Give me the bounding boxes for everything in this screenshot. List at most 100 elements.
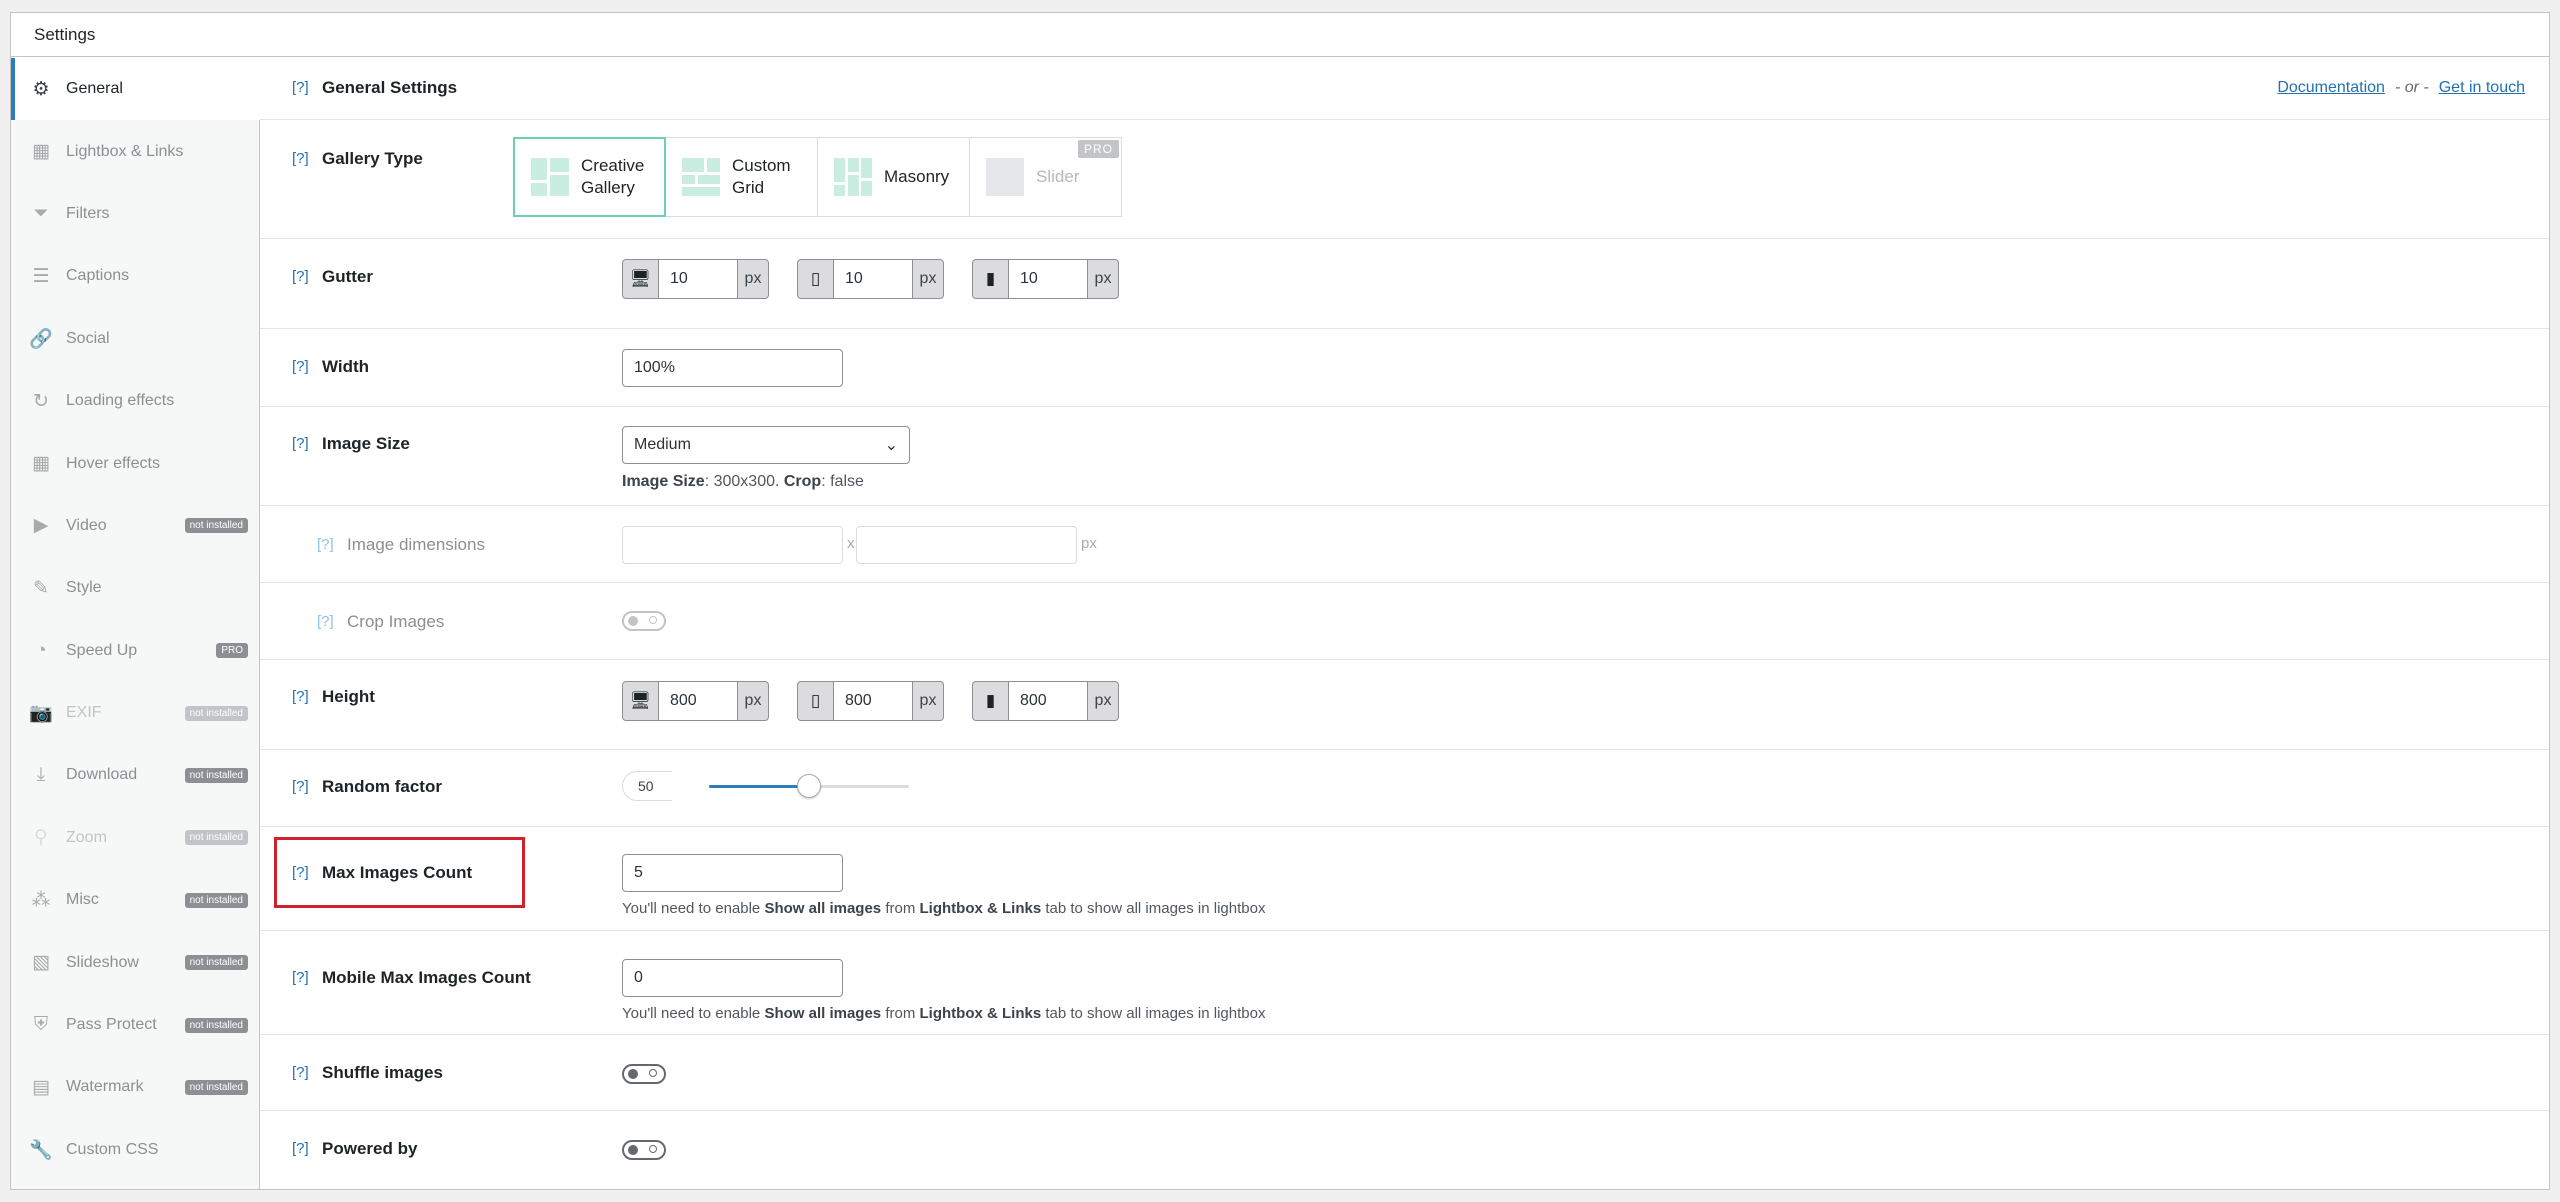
image-width-input[interactable] (622, 526, 843, 564)
gutter-tablet-input[interactable] (833, 260, 913, 298)
mobile-max-images-input[interactable] (622, 959, 843, 997)
height-tablet-group: ▯ px (797, 681, 944, 721)
help-link[interactable]: [?] (292, 778, 309, 795)
random-factor-slider[interactable] (709, 774, 909, 798)
help-link[interactable]: [?] (292, 268, 309, 285)
sidebar-item-slideshow[interactable]: ▧ Slideshow not installed (11, 931, 259, 993)
header-links: Documentation - or - Get in touch (2277, 79, 2525, 97)
grid-icon: ▦ (32, 141, 50, 163)
brush-icon: ✎ (33, 577, 49, 599)
documentation-link[interactable]: Documentation (2277, 79, 2385, 96)
help-link[interactable]: [?] (292, 358, 309, 375)
gallery-type-option-slider[interactable]: Slider PRO (969, 137, 1122, 217)
dimension-separator: x (847, 535, 855, 552)
help-link[interactable]: [?] (292, 1064, 309, 1081)
image-dimensions-label: Image dimensions (347, 535, 485, 554)
status-badge: not installed (184, 705, 248, 721)
gutter-tablet-group: ▯ px (797, 259, 944, 299)
width-label: Width (322, 357, 370, 376)
sidebar-item-label: Custom CSS (66, 1140, 159, 1158)
help-link[interactable]: [?] (292, 79, 309, 96)
image-size-selected: Medium (634, 436, 691, 453)
height-tablet-input[interactable] (833, 682, 913, 720)
sidebar-item-label: Misc (66, 891, 99, 909)
crop-images-toggle[interactable] (622, 611, 666, 631)
help-link[interactable]: [?] (317, 536, 334, 553)
sidebar-item-filters[interactable]: ⏷ Filters (11, 183, 259, 245)
sidebar-item-exif[interactable]: 📷 EXIF not installed (11, 682, 259, 744)
sidebar-item-social[interactable]: 🔗 Social (11, 308, 259, 370)
help-link[interactable]: [?] (292, 435, 309, 452)
powered-by-toggle[interactable] (622, 1140, 666, 1160)
help-link[interactable]: [?] (292, 150, 309, 167)
gallery-type-option-label: Masonry (884, 166, 950, 186)
watermark-icon: ▤ (32, 1076, 50, 1098)
sidebar-item-download[interactable]: ⤓ Download not installed (11, 744, 259, 806)
shuffle-images-toggle[interactable] (622, 1064, 666, 1084)
help-link[interactable]: [?] (292, 1140, 309, 1157)
sidebar-item-custom-css[interactable]: 🔧 Custom CSS (11, 1119, 259, 1181)
slider-thumb[interactable] (797, 774, 821, 798)
image-size-select[interactable]: Medium ⌄ (622, 426, 910, 464)
status-badge: not installed (184, 955, 248, 971)
max-images-input[interactable] (622, 854, 843, 892)
gutter-mobile-input[interactable] (1008, 260, 1088, 298)
help-link[interactable]: [?] (292, 969, 309, 986)
download-icon: ⤓ (36, 764, 46, 786)
filter-icon: ⏷ (33, 202, 49, 224)
help-link[interactable]: [?] (317, 613, 334, 630)
sidebar-item-style[interactable]: ✎ Style (11, 557, 259, 619)
help-link[interactable]: [?] (292, 864, 309, 881)
help-link[interactable]: [?] (292, 688, 309, 705)
sidebar-item-lightbox-links[interactable]: ▦ Lightbox & Links (11, 120, 259, 182)
sidebar-item-pass-protect[interactable]: ⛨ Pass Protect not installed (11, 994, 259, 1056)
mobile-max-images-label: Mobile Max Images Count (322, 968, 531, 987)
gutter-row: [?] Gutter 🖥 px ▯ px ▮ px (260, 239, 2549, 329)
grid-icon: ▦ (32, 453, 50, 475)
gear-icon: ⚙ (32, 78, 50, 100)
sidebar-item-speed-up[interactable]: ◔ Speed Up PRO (11, 620, 259, 682)
shuffle-images-row: [?] Shuffle images (260, 1035, 2549, 1111)
sidebar-item-captions[interactable]: ☰ Captions (11, 245, 259, 307)
dashboard-icon: ◔ (35, 639, 47, 661)
unit-label: px (919, 270, 937, 287)
gutter-desktop-input[interactable] (658, 260, 738, 298)
height-desktop-group: 🖥 px (622, 681, 769, 721)
section-title: General Settings (322, 78, 458, 97)
sidebar-item-video[interactable]: ▶ Video not installed (11, 495, 259, 557)
gallery-type-option-creative-gallery[interactable]: Creative Gallery (513, 137, 666, 217)
settings-sidebar: ⚙ General ▦ Lightbox & Links ⏷ Filters ☰ Captio… (11, 58, 260, 1189)
sidebar-item-loading-effects[interactable]: ↻ Loading effects (11, 370, 259, 432)
sidebar-item-hover-effects[interactable]: ▦ Hover effects (11, 432, 259, 494)
sidebar-item-general[interactable]: ⚙ General (11, 58, 260, 121)
random-factor-value: 50 (622, 771, 672, 801)
height-desktop-input[interactable] (658, 682, 738, 720)
status-badge: not installed (184, 1079, 248, 1095)
random-factor-row: [?] Random factor 50 (260, 750, 2549, 827)
shield-icon: ⛨ (33, 1014, 49, 1036)
sidebar-item-watermark[interactable]: ▤ Watermark not installed (11, 1056, 259, 1118)
max-images-help: You'll need to enable Show all images fr… (622, 900, 1266, 917)
image-height-input[interactable] (856, 526, 1077, 564)
circles-icon: ⁂ (31, 889, 51, 911)
gallery-type-option-custom-grid[interactable]: Custom Grid (665, 137, 818, 217)
sidebar-item-label: Filters (66, 204, 110, 222)
image-size-row: [?] Image Size Medium ⌄ Image Size: 300x… (260, 407, 2549, 506)
pro-badge: PRO (1077, 140, 1119, 158)
gutter-mobile-group: ▮ px (972, 259, 1119, 299)
get-in-touch-link[interactable]: Get in touch (2439, 79, 2525, 96)
width-input[interactable] (622, 349, 843, 387)
status-badge: not installed (184, 830, 248, 846)
max-images-label: Max Images Count (322, 863, 473, 882)
gutter-desktop-group: 🖥 px (622, 259, 769, 299)
sidebar-item-label: Zoom (66, 828, 107, 846)
gallery-type-option-masonry[interactable]: Masonry (817, 137, 970, 217)
sidebar-item-zoom[interactable]: ⚲ Zoom not installed (11, 807, 259, 869)
crop-images-label: Crop Images (347, 612, 445, 631)
sidebar-item-label: General (66, 80, 123, 98)
gallery-type-option-label: Creative Gallery (581, 155, 645, 197)
image-dimensions-row: [?] Image dimensions x px (260, 506, 2549, 583)
height-mobile-input[interactable] (1008, 682, 1088, 720)
sidebar-item-label: Watermark (66, 1078, 144, 1096)
sidebar-item-misc[interactable]: ⁂ Misc not installed (11, 869, 259, 931)
